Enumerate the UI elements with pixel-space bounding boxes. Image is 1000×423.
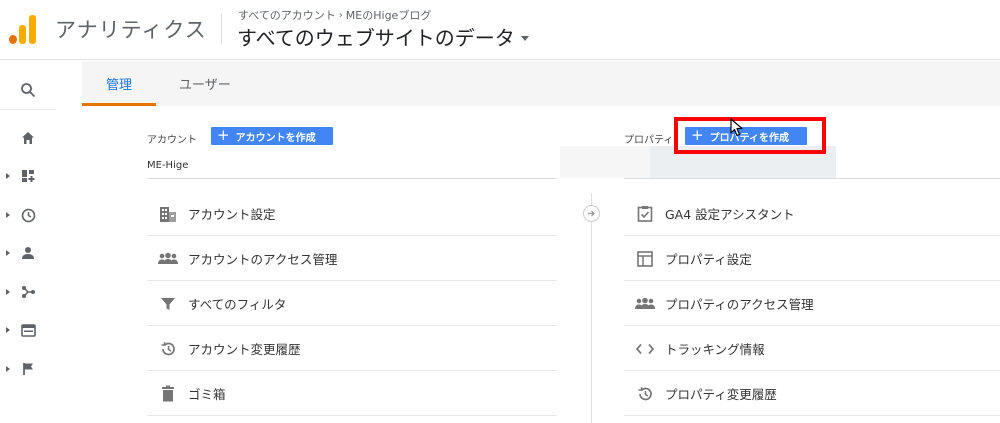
account-settings-item[interactable]: アカウント設定 [147,192,557,236]
app-name: アナリティクス [55,18,207,42]
highlight-box [674,117,826,154]
code-icon [634,338,656,360]
arrow-right-icon [583,205,600,222]
trash-icon [157,383,179,405]
tracking-info-label: トラッキング情報 [665,342,765,357]
property-column-label: プロパティ [624,135,674,146]
tab-user[interactable]: ユーザー [179,61,231,106]
create-account-button[interactable]: + アカウントを作成 [211,127,333,145]
admin-tab-bar: 管理 ユーザー [82,61,1000,106]
ga4-setup-assistant-label: GA4 設定アシスタント [665,207,795,222]
behavior-icon [20,322,36,338]
expand-arrow-icon [6,212,10,218]
trash-item[interactable]: ゴミ箱 [147,372,557,416]
breadcrumb-property[interactable]: MEのHigeブログ [346,7,432,23]
flag-icon [20,361,36,377]
top-header: アナリティクス すべてのアカウント › MEのHigeブログ すべてのウェブサイ… [0,0,1000,60]
property-settings-label: プロパティ設定 [665,252,752,267]
nav-behavior[interactable] [0,315,56,345]
all-filters-label: すべてのフィルタ [188,297,287,312]
breadcrumb-account[interactable]: すべてのアカウント [238,7,336,23]
nav-home[interactable] [0,123,56,153]
home-icon [20,130,36,146]
left-nav [0,61,56,423]
property-history-item[interactable]: プロパティ変更履歴 [624,372,1000,416]
clock-icon [20,207,36,223]
people-icon [157,248,179,270]
checklist-icon [634,203,656,225]
view-title: すべてのウェブサイトのデータ [237,26,515,50]
account-selector[interactable]: ME-Hige [147,160,188,171]
nav-customization[interactable] [0,161,56,191]
all-filters-item[interactable]: すべてのフィルタ [147,282,557,326]
create-account-label: アカウントを作成 [235,132,316,144]
expand-arrow-icon [6,327,10,333]
tab-admin[interactable]: 管理 [106,61,132,106]
nav-realtime[interactable] [0,200,56,230]
plus-icon: + [217,126,230,144]
history-icon [634,383,656,405]
history-icon [157,338,179,360]
property-column-rule [624,178,1000,179]
expand-arrow-icon [6,250,10,256]
nav-conversions[interactable] [0,354,56,384]
nav-audience[interactable] [0,238,56,268]
background-blur [560,146,650,178]
account-history-label: アカウント変更履歴 [188,342,301,357]
caret-down-icon [520,36,529,41]
view-selector[interactable]: すべてのウェブサイトのデータ [237,22,529,51]
account-column-label: アカウント [147,135,197,146]
acquisition-icon [20,284,36,300]
property-access-label: プロパティのアクセス管理 [665,297,814,312]
layout-icon [634,248,656,270]
column-divider [591,193,592,423]
filter-icon [157,293,179,315]
trash-label: ゴミ箱 [188,387,226,402]
people-icon [634,293,656,315]
search-icon [20,82,36,98]
account-column-rule [147,178,557,179]
property-history-label: プロパティ変更履歴 [665,387,777,402]
active-tab-indicator [82,103,156,106]
nav-search[interactable] [0,75,56,105]
account-settings-label: アカウント設定 [188,207,276,222]
expand-arrow-icon [6,366,10,372]
dashboard-icon [20,168,36,184]
mouse-cursor-icon [730,118,744,138]
analytics-logo-icon[interactable] [9,14,37,44]
nav-acquisition[interactable] [0,277,56,307]
person-icon [20,245,36,261]
account-access-label: アカウントのアクセス管理 [188,252,338,267]
tracking-info-item[interactable]: トラッキング情報 [624,327,1000,371]
building-icon [157,203,179,225]
breadcrumb-chevron-icon: › [338,9,343,21]
property-settings-item[interactable]: プロパティ設定 [624,237,1000,281]
property-access-item[interactable]: プロパティのアクセス管理 [624,282,1000,326]
header-divider [221,14,222,44]
ga4-setup-assistant-item[interactable]: GA4 設定アシスタント [624,192,1000,236]
account-history-item[interactable]: アカウント変更履歴 [147,327,557,371]
expand-arrow-icon [6,289,10,295]
breadcrumb[interactable]: すべてのアカウント › MEのHigeブログ [238,7,431,23]
expand-arrow-icon [6,173,10,179]
account-access-item[interactable]: アカウントのアクセス管理 [147,237,557,281]
nav-separator [0,109,56,110]
